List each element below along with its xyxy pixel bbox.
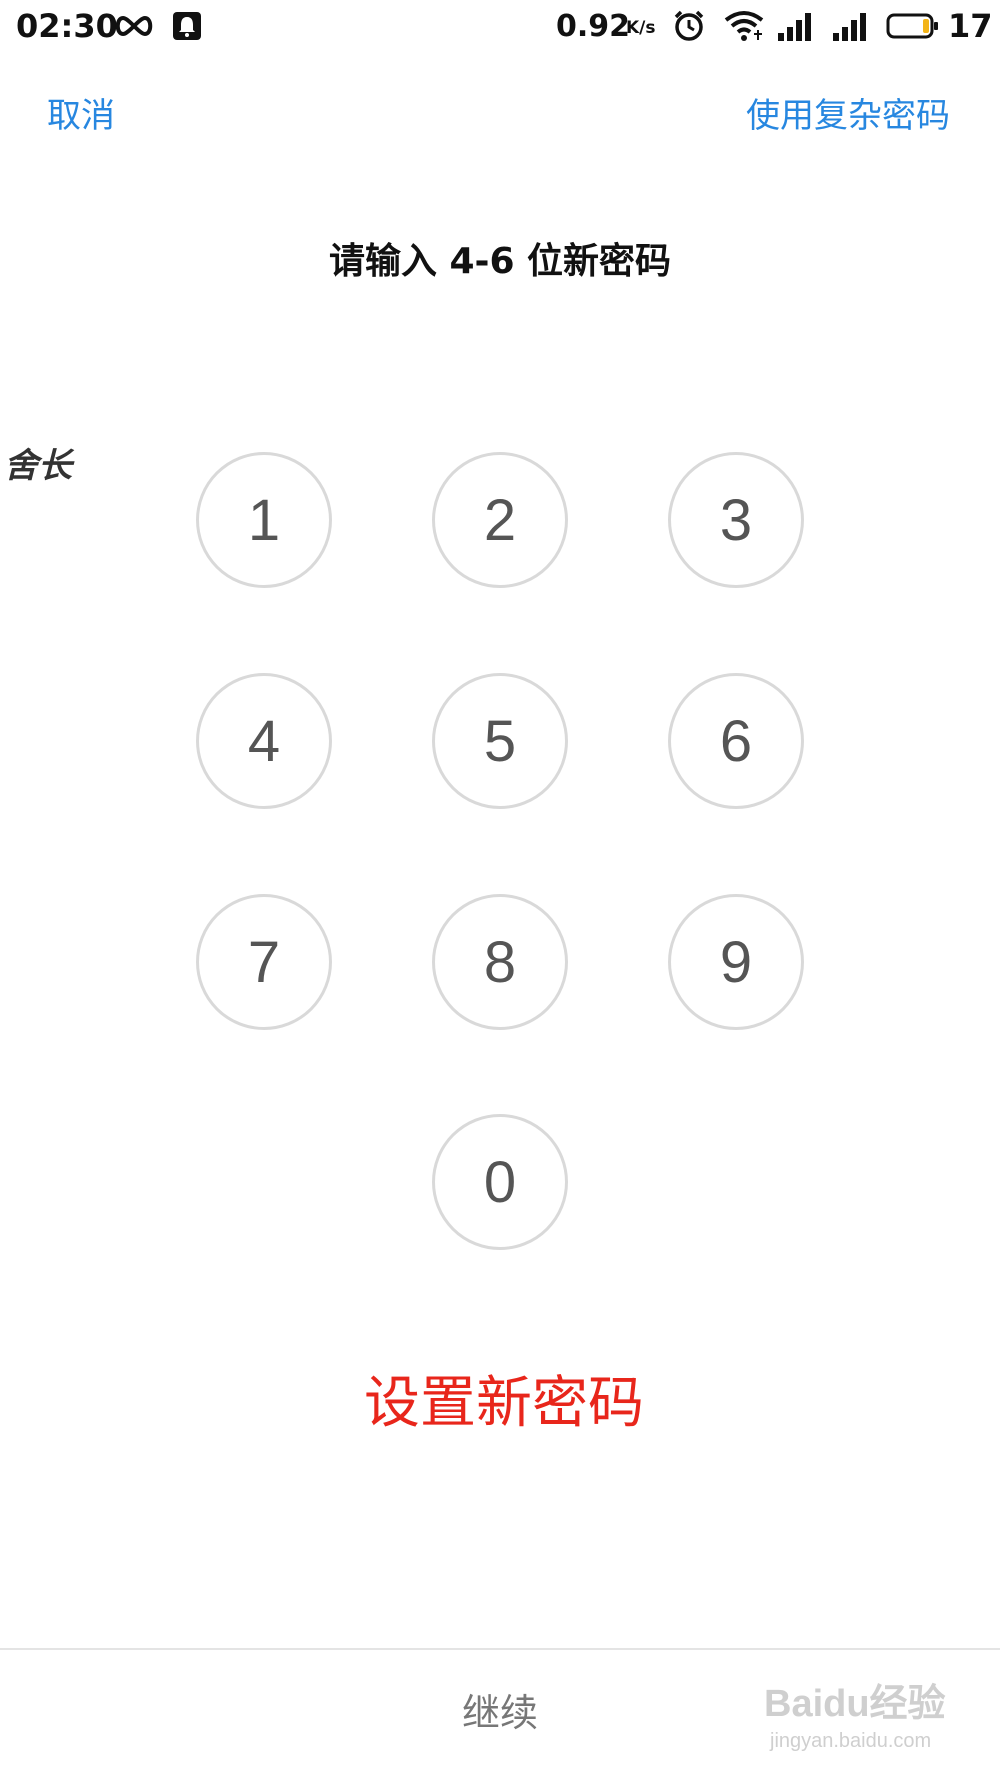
wifi-icon [724,6,764,46]
net-speed-unit: K/s [626,18,656,38]
notification-bell-icon [172,6,202,46]
infinity-icon [112,6,156,46]
signal-icon [831,6,871,46]
key-3[interactable]: 3 [668,452,804,588]
key-5[interactable]: 5 [432,673,568,809]
status-bar: 02:30 0.92 K/s 17 [0,0,1000,54]
page-title: 请输入 4-6 位新密码 [328,241,672,282]
key-2[interactable]: 2 [432,452,568,588]
key-8[interactable]: 8 [432,894,568,1030]
key-1[interactable]: 1 [196,452,332,588]
key-4[interactable]: 4 [196,673,332,809]
battery-icon [886,6,940,46]
key-7[interactable]: 7 [196,894,332,1030]
brand-watermark-url: jingyan.baidu.com [770,1730,932,1752]
brand-watermark-text: Baidu经验 [764,1683,946,1725]
use-complex-password-button[interactable]: 使用复杂密码 [746,88,950,137]
alarm-icon [672,6,706,46]
net-speed-value: 0.92 [556,8,631,44]
brand-watermark: Baidu经验 jingyan.baidu.com [764,1672,954,1764]
footer-divider [0,1648,1000,1650]
key-0[interactable]: 0 [432,1114,568,1250]
status-time: 02:30 [16,7,118,45]
battery-level: 17 [948,7,993,45]
key-6[interactable]: 6 [668,673,804,809]
cancel-button[interactable]: 取消 [47,88,115,137]
annotation-caption: 设置新密码 [364,1371,644,1436]
signal-icon [776,6,816,46]
key-9[interactable]: 9 [668,894,804,1030]
watermark-text: 舍长 [4,446,72,486]
